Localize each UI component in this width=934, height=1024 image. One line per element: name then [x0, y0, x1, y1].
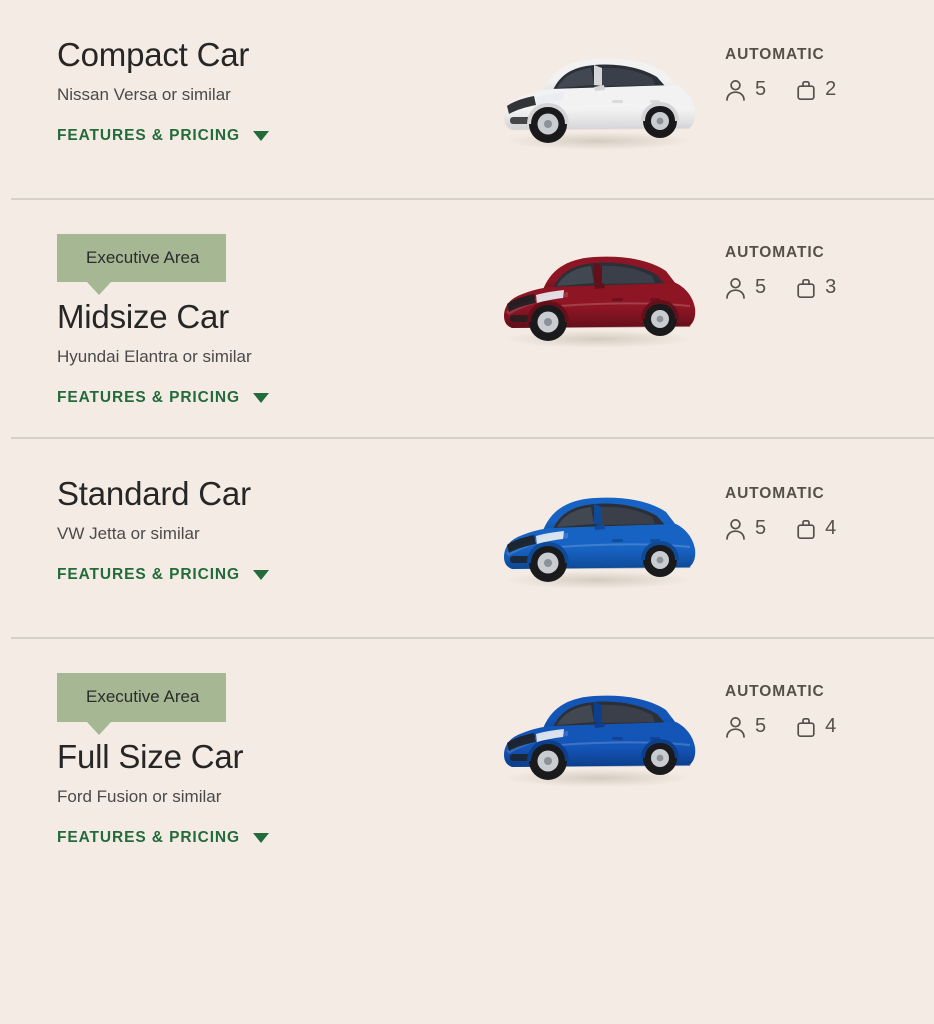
- passenger-count: 5: [755, 517, 766, 540]
- vehicle-title: Midsize Car: [57, 298, 470, 336]
- chevron-down-icon: [253, 393, 269, 403]
- chevron-down-icon: [253, 131, 269, 141]
- vehicle-info: Executive Area Midsize Car Hyundai Elantr…: [0, 234, 470, 407]
- hyundai-elantra-image: [490, 240, 705, 352]
- vehicle-specs: AUTOMATIC 5 2: [725, 36, 934, 101]
- vehicle-title: Standard Car: [57, 475, 470, 513]
- luggage-icon: [796, 277, 816, 299]
- executive-area-badge: Executive Area: [57, 234, 226, 282]
- person-icon: [725, 716, 746, 738]
- vehicle-specs: AUTOMATIC 5 4: [725, 475, 934, 540]
- nissan-versa-image: [490, 42, 705, 154]
- passenger-count: 5: [755, 78, 766, 101]
- vehicle-subtitle: Ford Fusion or similar: [57, 787, 470, 807]
- passenger-count: 5: [755, 715, 766, 738]
- executive-area-badge-wrap: Executive Area: [57, 673, 226, 721]
- ford-fusion-image: [490, 679, 705, 791]
- spec-icon-group: 5 2: [725, 78, 924, 101]
- vehicle-image-cell: [470, 36, 725, 154]
- vw-jetta-image: [490, 481, 705, 593]
- vehicle-subtitle: Nissan Versa or similar: [57, 85, 470, 105]
- bag-capacity: 2: [796, 78, 836, 101]
- bag-capacity: 4: [796, 715, 836, 738]
- vehicle-info: Compact Car Nissan Versa or similar FEATU…: [0, 36, 470, 145]
- vehicle-image-cell: [470, 673, 725, 791]
- features-and-pricing-label: FEATURES & PRICING: [57, 566, 240, 584]
- vehicle-specs: AUTOMATIC 5 4: [725, 673, 934, 738]
- passenger-capacity: 5: [725, 78, 766, 101]
- vehicle-info: Standard Car VW Jetta or similar FEATURES…: [0, 475, 470, 584]
- spec-icon-group: 5 4: [725, 715, 924, 738]
- vehicle-subtitle: VW Jetta or similar: [57, 524, 470, 544]
- vehicle-specs: AUTOMATIC 5 3: [725, 234, 934, 299]
- person-icon: [725, 518, 746, 540]
- person-icon: [725, 79, 746, 101]
- luggage-icon: [796, 716, 816, 738]
- features-and-pricing-link[interactable]: FEATURES & PRICING: [57, 389, 269, 407]
- transmission-label: AUTOMATIC: [725, 683, 924, 701]
- luggage-icon: [796, 79, 816, 101]
- vehicle-image-cell: [470, 234, 725, 352]
- bag-count: 3: [825, 276, 836, 299]
- vehicle-class-list: Compact Car Nissan Versa or similar FEATU…: [0, 0, 934, 1024]
- transmission-label: AUTOMATIC: [725, 485, 924, 503]
- chevron-down-icon: [253, 833, 269, 843]
- passenger-capacity: 5: [725, 517, 766, 540]
- features-and-pricing-link[interactable]: FEATURES & PRICING: [57, 566, 269, 584]
- transmission-label: AUTOMATIC: [725, 244, 924, 262]
- vehicle-row: Standard Car VW Jetta or similar FEATURES…: [0, 439, 934, 637]
- bag-count: 2: [825, 78, 836, 101]
- bag-count: 4: [825, 715, 836, 738]
- transmission-label: AUTOMATIC: [725, 46, 924, 64]
- passenger-capacity: 5: [725, 715, 766, 738]
- features-and-pricing-label: FEATURES & PRICING: [57, 829, 240, 847]
- bag-count: 4: [825, 517, 836, 540]
- features-and-pricing-link[interactable]: FEATURES & PRICING: [57, 829, 269, 847]
- passenger-capacity: 5: [725, 276, 766, 299]
- features-and-pricing-label: FEATURES & PRICING: [57, 127, 240, 145]
- luggage-icon: [796, 518, 816, 540]
- executive-area-badge-wrap: Executive Area: [57, 234, 226, 282]
- bag-capacity: 4: [796, 517, 836, 540]
- executive-area-badge: Executive Area: [57, 673, 226, 721]
- spec-icon-group: 5 4: [725, 517, 924, 540]
- vehicle-info: Executive Area Full Size Car Ford Fusion …: [0, 673, 470, 846]
- vehicle-row: Executive Area Midsize Car Hyundai Elantr…: [0, 200, 934, 437]
- vehicle-row: Compact Car Nissan Versa or similar FEATU…: [0, 0, 934, 198]
- person-icon: [725, 277, 746, 299]
- features-and-pricing-link[interactable]: FEATURES & PRICING: [57, 127, 269, 145]
- bag-capacity: 3: [796, 276, 836, 299]
- features-and-pricing-label: FEATURES & PRICING: [57, 389, 240, 407]
- vehicle-subtitle: Hyundai Elantra or similar: [57, 347, 470, 367]
- vehicle-title: Full Size Car: [57, 738, 470, 776]
- chevron-down-icon: [253, 570, 269, 580]
- vehicle-row: Executive Area Full Size Car Ford Fusion …: [0, 639, 934, 876]
- spec-icon-group: 5 3: [725, 276, 924, 299]
- passenger-count: 5: [755, 276, 766, 299]
- vehicle-image-cell: [470, 475, 725, 593]
- vehicle-title: Compact Car: [57, 36, 470, 74]
